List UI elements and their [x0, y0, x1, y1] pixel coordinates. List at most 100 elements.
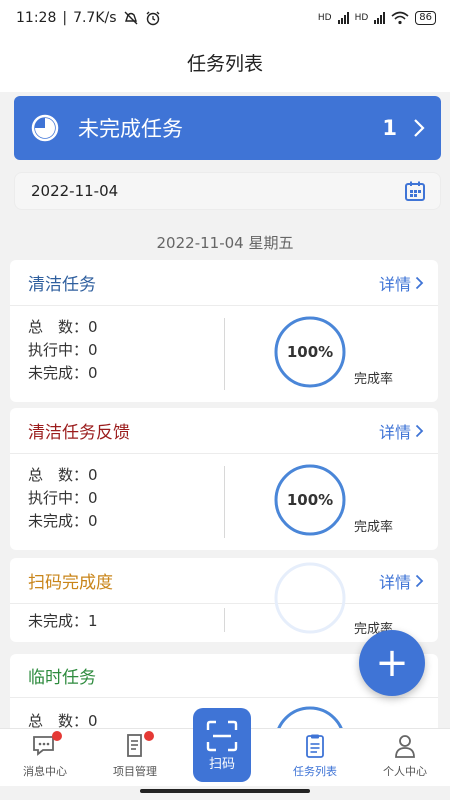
alarm-icon — [146, 11, 160, 26]
stat-value: 0 — [88, 466, 98, 484]
stat-value: 0 — [88, 512, 98, 530]
status-bar: 11:28 | 7.7K/s HD HD 86 — [0, 0, 450, 36]
detail-link[interactable]: 详情 — [379, 569, 424, 593]
day-title: 2022-11-04 星期五 — [156, 234, 294, 252]
date-picker[interactable]: 2022-11-04 — [14, 172, 441, 210]
notification-badge — [144, 731, 154, 741]
stat-label: 总 数： — [28, 318, 89, 336]
stat-label: 未完成： — [28, 364, 89, 382]
tab-label: 消息中心 — [23, 765, 67, 778]
divider — [224, 608, 225, 632]
ring-progress — [274, 706, 346, 728]
completion-rate-label: 完成率 — [354, 372, 394, 387]
mute-icon — [124, 11, 138, 25]
stats: 未完成：1 — [28, 610, 98, 633]
tab-profile[interactable]: 个人中心 — [360, 729, 450, 786]
banner-count: 1 — [382, 116, 397, 140]
chevron-right-icon — [415, 574, 424, 587]
status-separator: | — [62, 10, 68, 26]
detail-label: 详情 — [378, 422, 411, 442]
detail-label: 详情 — [378, 572, 411, 592]
wifi-icon — [391, 11, 409, 25]
chevron-right-icon — [415, 424, 424, 437]
ring-track — [274, 562, 346, 634]
stat-incomplete: 未完成：0 — [28, 362, 98, 385]
detail-link[interactable]: 详情 — [379, 271, 424, 295]
person-icon — [395, 735, 415, 758]
stat-label: 执行中： — [28, 341, 89, 359]
stat-value: 0 — [88, 712, 98, 728]
card-header: 清洁任务 详情 — [10, 260, 438, 306]
detail-label: 详情 — [378, 274, 411, 294]
task-card-scan-completion[interactable]: 扫码完成度 详情 未完成：1 完成率 — [10, 558, 438, 642]
stat-total: 总 数：0 — [28, 316, 98, 339]
pie-chart-icon — [31, 114, 59, 142]
completion-rate-label: 完成率 — [354, 520, 394, 535]
completion-ring — [274, 562, 346, 634]
stat-label: 未完成： — [28, 612, 89, 630]
stat-label: 未完成： — [28, 512, 89, 530]
stat-label: 执行中： — [28, 489, 89, 507]
incomplete-tasks-banner[interactable]: 未完成任务 1 — [14, 96, 441, 160]
add-task-button[interactable]: + — [359, 630, 425, 696]
chevron-right-icon — [414, 119, 425, 137]
tab-projects[interactable]: 项目管理 — [90, 729, 180, 786]
stats: 总 数：0 执行中：0 未完成：0 — [28, 316, 98, 385]
completion-ring — [274, 706, 346, 728]
notification-badge — [52, 731, 62, 741]
card-body: 总 数：0 执行中：0 未完成：0 100% 完成率 — [10, 454, 438, 550]
network-type-label-2: HD — [354, 13, 369, 23]
status-time: 11:28 — [16, 10, 57, 26]
detail-link[interactable]: 详情 — [379, 419, 424, 443]
divider — [224, 466, 225, 538]
card-title: 清洁任务 — [28, 275, 96, 295]
scan-icon — [206, 720, 238, 751]
task-card-cleaning[interactable]: 清洁任务 详情 总 数：0 执行中：0 未完成：0 100% 完成率 — [10, 260, 438, 402]
scan-label: 扫码 — [208, 756, 235, 772]
stat-value: 0 — [88, 318, 98, 336]
stat-label: 总 数： — [28, 712, 89, 728]
stat-total: 总 数：0 — [28, 464, 98, 487]
card-header: 扫码完成度 详情 — [10, 558, 438, 604]
stat-incomplete: 未完成：1 — [28, 610, 98, 633]
completion-rate: 100% — [286, 343, 334, 361]
tab-label: 项目管理 — [113, 765, 157, 778]
card-title: 临时任务 — [28, 668, 96, 688]
signal-icon-2 — [374, 12, 386, 24]
signal-icon — [337, 12, 349, 24]
completion-rate: 100% — [286, 491, 334, 509]
scan-button[interactable]: 扫码 — [193, 708, 251, 782]
card-title: 扫码完成度 — [28, 573, 113, 593]
tab-label: 任务列表 — [293, 765, 337, 778]
divider — [224, 318, 225, 390]
stats: 总 数：0 — [28, 710, 98, 728]
tab-label: 个人中心 — [383, 765, 427, 778]
banner-title: 未完成任务 — [78, 117, 183, 141]
clipboard-icon — [306, 734, 324, 758]
card-header: 清洁任务反馈 详情 — [10, 408, 438, 454]
tab-task-list[interactable]: 任务列表 — [270, 729, 360, 786]
tab-messages[interactable]: 消息中心 — [0, 729, 90, 786]
task-card-cleaning-feedback[interactable]: 清洁任务反馈 详情 总 数：0 执行中：0 未完成：0 100% 完成率 — [10, 408, 438, 550]
stats: 总 数：0 执行中：0 未完成：0 — [28, 464, 98, 533]
status-left: 11:28 | 7.7K/s — [16, 10, 161, 26]
stat-value: 0 — [88, 341, 98, 359]
page-title: 任务列表 — [0, 36, 450, 92]
stat-running: 执行中：0 — [28, 339, 98, 362]
stat-value: 0 — [88, 489, 98, 507]
stat-label: 总 数： — [28, 466, 89, 484]
chevron-right-icon — [415, 276, 424, 289]
date-value: 2022-11-04 — [31, 182, 119, 200]
battery-icon: 86 — [415, 11, 436, 25]
stat-value: 0 — [88, 364, 98, 382]
status-speed: 7.7K/s — [73, 10, 117, 26]
stat-total: 总 数：0 — [28, 710, 98, 728]
home-indicator — [140, 789, 310, 793]
network-type-label: HD — [317, 13, 332, 23]
stat-running: 执行中：0 — [28, 487, 98, 510]
stat-value: 1 — [88, 612, 98, 630]
stat-incomplete: 未完成：0 — [28, 510, 98, 533]
card-body: 总 数：0 执行中：0 未完成：0 100% 完成率 — [10, 306, 438, 402]
status-right: HD HD 86 — [318, 11, 436, 25]
calendar-icon[interactable] — [404, 180, 426, 202]
